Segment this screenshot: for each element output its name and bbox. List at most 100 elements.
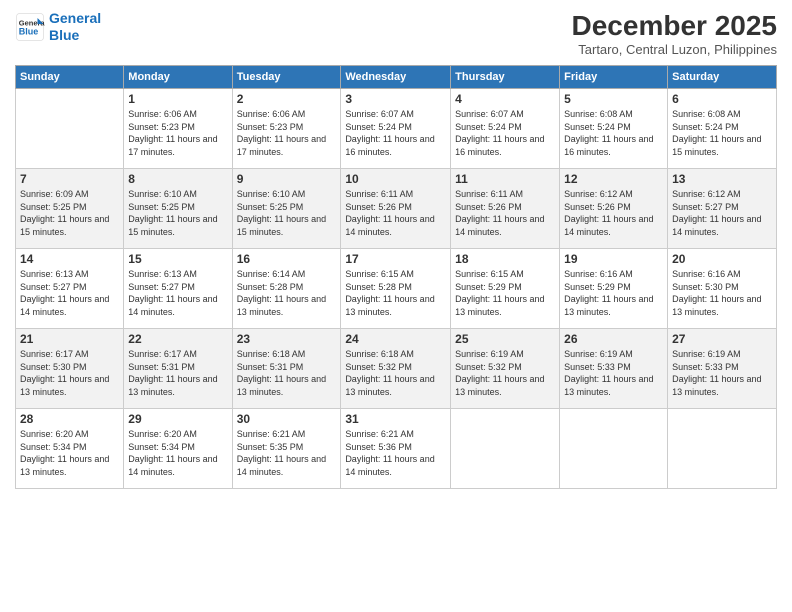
table-row: 24 Sunrise: 6:18 AMSunset: 5:32 PMDayligh…	[341, 329, 451, 409]
day-detail: Sunrise: 6:21 AMSunset: 5:36 PMDaylight:…	[345, 428, 446, 478]
table-row: 8 Sunrise: 6:10 AMSunset: 5:25 PMDaylight…	[124, 169, 232, 249]
day-number: 14	[20, 252, 119, 266]
day-number: 18	[455, 252, 555, 266]
day-detail: Sunrise: 6:16 AMSunset: 5:29 PMDaylight:…	[564, 268, 663, 318]
calendar-table: Sunday Monday Tuesday Wednesday Thursday…	[15, 65, 777, 489]
table-row: 25 Sunrise: 6:19 AMSunset: 5:32 PMDayligh…	[451, 329, 560, 409]
table-row	[451, 409, 560, 489]
table-row: 14 Sunrise: 6:13 AMSunset: 5:27 PMDayligh…	[16, 249, 124, 329]
day-detail: Sunrise: 6:09 AMSunset: 5:25 PMDaylight:…	[20, 188, 119, 238]
day-detail: Sunrise: 6:21 AMSunset: 5:35 PMDaylight:…	[237, 428, 337, 478]
day-detail: Sunrise: 6:17 AMSunset: 5:31 PMDaylight:…	[128, 348, 227, 398]
page-container: General Blue General Blue December 2025 …	[0, 0, 792, 612]
col-sunday: Sunday	[16, 66, 124, 89]
day-number: 21	[20, 332, 119, 346]
table-row	[668, 409, 777, 489]
day-number: 25	[455, 332, 555, 346]
day-number: 17	[345, 252, 446, 266]
day-detail: Sunrise: 6:19 AMSunset: 5:32 PMDaylight:…	[455, 348, 555, 398]
day-number: 28	[20, 412, 119, 426]
week-row-3: 14 Sunrise: 6:13 AMSunset: 5:27 PMDayligh…	[16, 249, 777, 329]
day-detail: Sunrise: 6:10 AMSunset: 5:25 PMDaylight:…	[128, 188, 227, 238]
table-row: 19 Sunrise: 6:16 AMSunset: 5:29 PMDayligh…	[560, 249, 668, 329]
day-number: 7	[20, 172, 119, 186]
table-row: 6 Sunrise: 6:08 AMSunset: 5:24 PMDaylight…	[668, 89, 777, 169]
table-row: 4 Sunrise: 6:07 AMSunset: 5:24 PMDaylight…	[451, 89, 560, 169]
day-detail: Sunrise: 6:06 AMSunset: 5:23 PMDaylight:…	[128, 108, 227, 158]
table-row: 23 Sunrise: 6:18 AMSunset: 5:31 PMDayligh…	[232, 329, 341, 409]
day-detail: Sunrise: 6:08 AMSunset: 5:24 PMDaylight:…	[564, 108, 663, 158]
day-number: 1	[128, 92, 227, 106]
month-title: December 2025	[572, 10, 777, 42]
day-detail: Sunrise: 6:07 AMSunset: 5:24 PMDaylight:…	[345, 108, 446, 158]
col-thursday: Thursday	[451, 66, 560, 89]
table-row: 15 Sunrise: 6:13 AMSunset: 5:27 PMDayligh…	[124, 249, 232, 329]
table-row	[560, 409, 668, 489]
day-number: 3	[345, 92, 446, 106]
svg-text:Blue: Blue	[19, 26, 39, 36]
week-row-5: 28 Sunrise: 6:20 AMSunset: 5:34 PMDayligh…	[16, 409, 777, 489]
day-detail: Sunrise: 6:18 AMSunset: 5:32 PMDaylight:…	[345, 348, 446, 398]
table-row: 20 Sunrise: 6:16 AMSunset: 5:30 PMDayligh…	[668, 249, 777, 329]
day-number: 22	[128, 332, 227, 346]
col-tuesday: Tuesday	[232, 66, 341, 89]
week-row-1: 1 Sunrise: 6:06 AMSunset: 5:23 PMDaylight…	[16, 89, 777, 169]
day-number: 31	[345, 412, 446, 426]
day-detail: Sunrise: 6:13 AMSunset: 5:27 PMDaylight:…	[20, 268, 119, 318]
day-number: 9	[237, 172, 337, 186]
table-row: 9 Sunrise: 6:10 AMSunset: 5:25 PMDaylight…	[232, 169, 341, 249]
table-row: 30 Sunrise: 6:21 AMSunset: 5:35 PMDayligh…	[232, 409, 341, 489]
day-number: 30	[237, 412, 337, 426]
day-number: 8	[128, 172, 227, 186]
day-number: 11	[455, 172, 555, 186]
table-row: 13Sunrise: 6:12 AMSunset: 5:27 PMDayligh…	[668, 169, 777, 249]
day-detail: Sunrise: 6:11 AMSunset: 5:26 PMDaylight:…	[345, 188, 446, 238]
col-friday: Friday	[560, 66, 668, 89]
day-detail: Sunrise: 6:11 AMSunset: 5:26 PMDaylight:…	[455, 188, 555, 238]
day-number: 5	[564, 92, 663, 106]
day-detail: Sunrise: 6:14 AMSunset: 5:28 PMDaylight:…	[237, 268, 337, 318]
day-detail: Sunrise: 6:08 AMSunset: 5:24 PMDaylight:…	[672, 108, 772, 158]
day-number: 12	[564, 172, 663, 186]
table-row: 5 Sunrise: 6:08 AMSunset: 5:24 PMDaylight…	[560, 89, 668, 169]
table-row: 17Sunrise: 6:15 AMSunset: 5:28 PMDayligh…	[341, 249, 451, 329]
day-detail: Sunrise: 6:07 AMSunset: 5:24 PMDaylight:…	[455, 108, 555, 158]
table-row: 29 Sunrise: 6:20 AMSunset: 5:34 PMDayligh…	[124, 409, 232, 489]
day-detail: Sunrise: 6:18 AMSunset: 5:31 PMDaylight:…	[237, 348, 337, 398]
day-number: 26	[564, 332, 663, 346]
day-number: 19	[564, 252, 663, 266]
day-number: 4	[455, 92, 555, 106]
page-header: General Blue General Blue December 2025 …	[15, 10, 777, 57]
table-row: 31 Sunrise: 6:21 AMSunset: 5:36 PMDayligh…	[341, 409, 451, 489]
day-number: 20	[672, 252, 772, 266]
title-block: December 2025 Tartaro, Central Luzon, Ph…	[572, 10, 777, 57]
day-detail: Sunrise: 6:17 AMSunset: 5:30 PMDaylight:…	[20, 348, 119, 398]
table-row: 18Sunrise: 6:15 AMSunset: 5:29 PMDayligh…	[451, 249, 560, 329]
table-row: 21 Sunrise: 6:17 AMSunset: 5:30 PMDayligh…	[16, 329, 124, 409]
day-detail: Sunrise: 6:10 AMSunset: 5:25 PMDaylight:…	[237, 188, 337, 238]
day-number: 24	[345, 332, 446, 346]
table-row: 10 Sunrise: 6:11 AMSunset: 5:26 PMDayligh…	[341, 169, 451, 249]
day-number: 23	[237, 332, 337, 346]
table-row	[16, 89, 124, 169]
logo: General Blue General Blue	[15, 10, 101, 44]
logo-blue: Blue	[49, 27, 79, 43]
table-row: 11 Sunrise: 6:11 AMSunset: 5:26 PMDayligh…	[451, 169, 560, 249]
day-number: 6	[672, 92, 772, 106]
day-number: 10	[345, 172, 446, 186]
day-number: 15	[128, 252, 227, 266]
day-detail: Sunrise: 6:19 AMSunset: 5:33 PMDaylight:…	[564, 348, 663, 398]
table-row: 2Sunrise: 6:06 AMSunset: 5:23 PMDaylight…	[232, 89, 341, 169]
day-detail: Sunrise: 6:13 AMSunset: 5:27 PMDaylight:…	[128, 268, 227, 318]
table-row: 3 Sunrise: 6:07 AMSunset: 5:24 PMDaylight…	[341, 89, 451, 169]
table-row: 1 Sunrise: 6:06 AMSunset: 5:23 PMDaylight…	[124, 89, 232, 169]
location-text: Tartaro, Central Luzon, Philippines	[572, 42, 777, 57]
day-detail: Sunrise: 6:16 AMSunset: 5:30 PMDaylight:…	[672, 268, 772, 318]
day-number: 29	[128, 412, 227, 426]
day-detail: Sunrise: 6:20 AMSunset: 5:34 PMDaylight:…	[20, 428, 119, 478]
table-row: 12Sunrise: 6:12 AMSunset: 5:26 PMDayligh…	[560, 169, 668, 249]
table-row: 26 Sunrise: 6:19 AMSunset: 5:33 PMDayligh…	[560, 329, 668, 409]
day-detail: Sunrise: 6:06 AMSunset: 5:23 PMDaylight:…	[237, 108, 337, 158]
table-row: 7 Sunrise: 6:09 AMSunset: 5:25 PMDaylight…	[16, 169, 124, 249]
day-detail: Sunrise: 6:20 AMSunset: 5:34 PMDaylight:…	[128, 428, 227, 478]
